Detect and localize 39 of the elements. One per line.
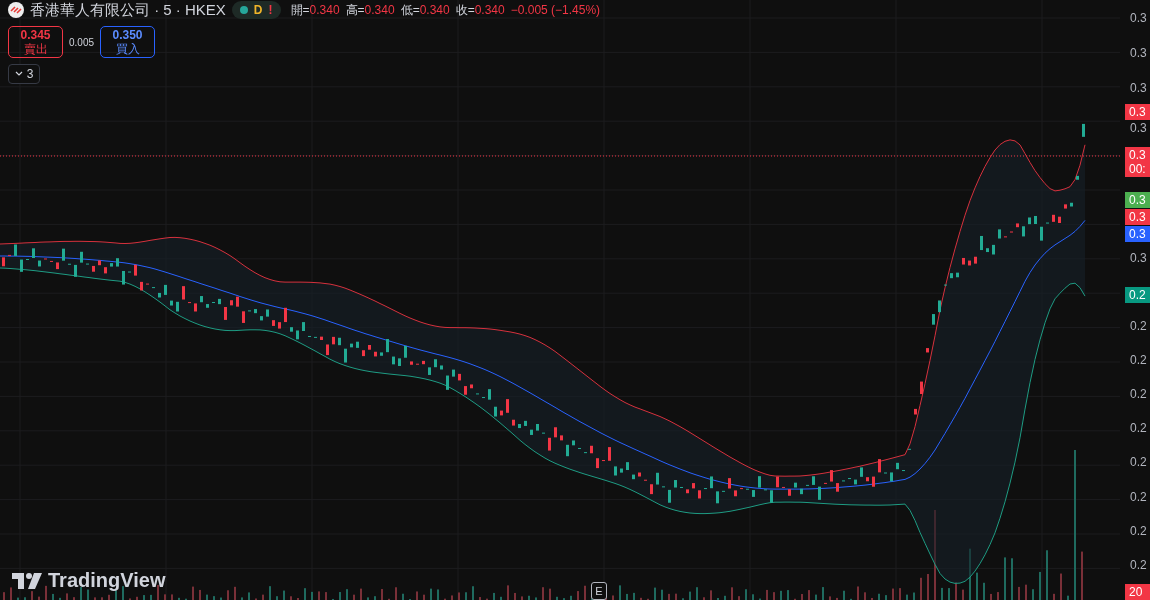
symbol-title[interactable]: 香港華人有限公司 · 5 · HKEX [30, 0, 226, 20]
price-badge: 0.3 [1125, 104, 1150, 120]
price-badge: 0.3 [1125, 192, 1150, 208]
indicators-toggle[interactable]: 3 [8, 64, 40, 84]
price-tick: 0.2 [1130, 353, 1147, 367]
price-tick: 0.2 [1130, 455, 1147, 469]
ohlc-value: 低=0.340 [400, 1, 450, 19]
spread-value: 0.005 [69, 36, 95, 48]
brand-logo-text[interactable]: TradingView [48, 569, 166, 592]
price-change: −0.005 (−1.45%) [510, 3, 601, 17]
price-badge: 0.2 [1125, 287, 1150, 303]
ohlc-value: 高=0.340 [345, 1, 395, 19]
event-marker[interactable]: E [591, 582, 607, 600]
buy-button[interactable]: 0.350 買入 [100, 26, 156, 58]
price-tick: 0.2 [1130, 490, 1147, 504]
price-tick: 0.2 [1130, 558, 1147, 572]
status-pill[interactable]: D ! [231, 1, 281, 19]
chevron-down-icon [14, 71, 23, 77]
market-status-dot [239, 6, 248, 14]
price-badge: 0.3 [1125, 226, 1150, 242]
price-badge: 0.3 [1125, 209, 1150, 225]
price-tick: 0.2 [1130, 387, 1147, 401]
price-badge: 0.3 00: [1125, 147, 1150, 177]
logo-icon [12, 572, 42, 589]
ohlc-value: 收=0.340 [455, 1, 505, 19]
interval-label: D [253, 3, 263, 17]
price-tick: 0.3 [1130, 46, 1147, 60]
price-tick: 0.3 [1130, 251, 1147, 265]
price-badge: 20 [1125, 584, 1150, 600]
ohlc-value: 開=0.340 [290, 1, 340, 19]
price-tick: 0.3 [1130, 11, 1147, 25]
price-tick: 0.2 [1130, 319, 1147, 333]
logo-icon [8, 2, 24, 18]
price-tick: 0.3 [1130, 121, 1147, 135]
sell-button[interactable]: 0.345 賣出 [8, 26, 63, 58]
price-tick: 0.2 [1130, 524, 1147, 538]
alert-label: ! [268, 3, 273, 17]
price-tick: 0.2 [1130, 421, 1147, 435]
price-tick: 0.3 [1130, 81, 1147, 95]
